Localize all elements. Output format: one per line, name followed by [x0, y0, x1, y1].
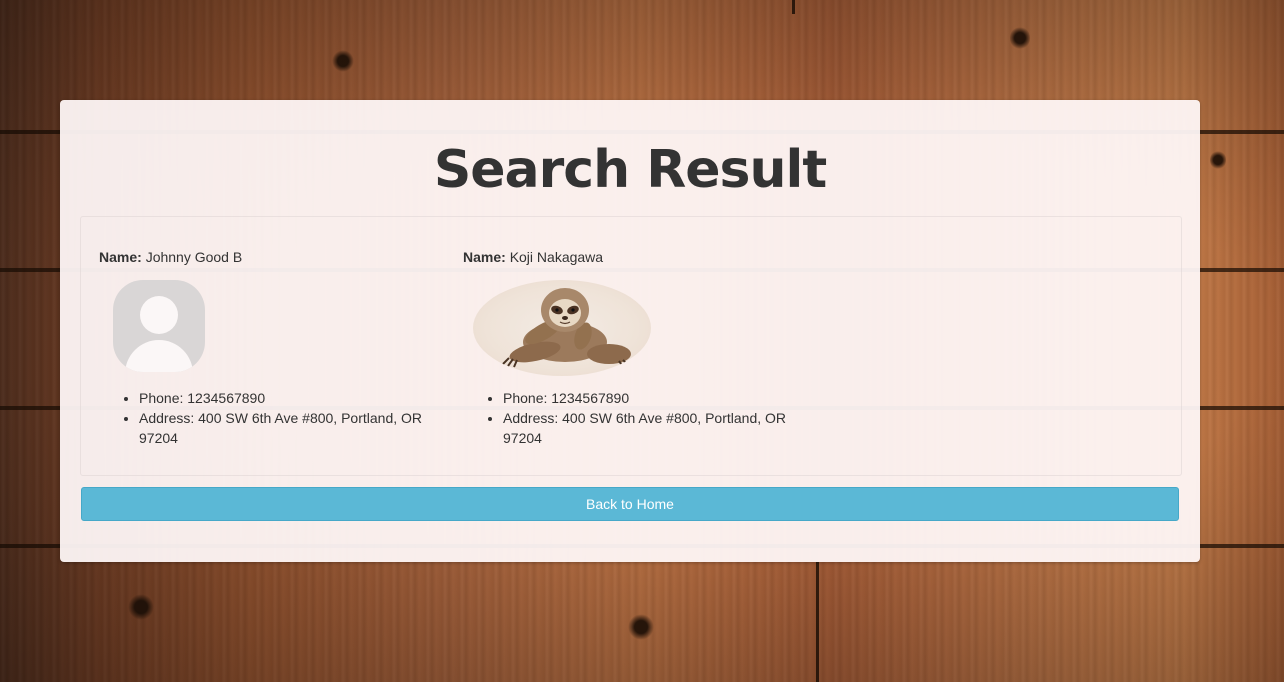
address-item: Address: 400 SW 6th Ave #800, Portland, …: [503, 408, 803, 448]
name-label: Name:: [463, 249, 506, 265]
page-title: Search Result: [433, 140, 827, 200]
address-item: Address: 400 SW 6th Ave #800, Portland, …: [139, 408, 439, 448]
phone-item: Phone: 1234567890: [503, 388, 803, 408]
wood-knot: [128, 594, 154, 620]
result-card: Name: Koji Nakagawa • Phone: 1234567890 …: [463, 248, 803, 446]
back-to-home-button[interactable]: Back to Home: [81, 487, 1179, 521]
wood-seam: [816, 562, 819, 682]
person-name: Johnny Good B: [145, 249, 243, 265]
avatar-head-shape: [140, 296, 178, 334]
wood-knot: [1010, 26, 1030, 50]
avatar-shoulders-shape: [125, 340, 193, 372]
name-line: Name: Johnny Good B: [99, 248, 439, 266]
name-label: Name:: [99, 249, 142, 265]
default-user-avatar-icon: [113, 280, 205, 372]
wood-seam: [792, 0, 795, 14]
name-line: Name: Koji Nakagawa: [463, 248, 803, 266]
wood-knot: [628, 614, 654, 640]
sloth-photo: [473, 280, 651, 376]
phone-item: Phone: 1234567890: [139, 388, 439, 408]
contact-details-list: Phone: 1234567890 Address: 400 SW 6th Av…: [463, 388, 803, 448]
person-name: Koji Nakagawa: [509, 249, 604, 265]
wood-knot: [332, 50, 354, 72]
contact-details-list: Phone: 1234567890 Address: 400 SW 6th Av…: [99, 388, 439, 448]
result-card: Name: Johnny Good B Phone: 1234567890 Ad…: [99, 248, 439, 446]
sloth-illustration: [502, 288, 631, 369]
